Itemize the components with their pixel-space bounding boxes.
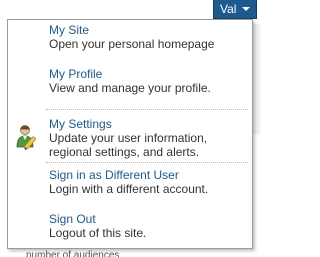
menu-item-description: View and manage your profile. — [49, 81, 211, 95]
menu-item-description-line-1: Update your user information, — [49, 131, 208, 145]
user-menu-button[interactable]: Val — [213, 0, 257, 19]
menu-item-description-line-2: regional settings, and alerts. — [49, 145, 200, 159]
menu-divider — [46, 162, 248, 163]
menu-item-title: Sign Out — [49, 212, 96, 226]
user-name: Val — [220, 2, 237, 16]
menu-item-my-site[interactable]: My Site Open your personal homepage — [8, 23, 252, 51]
background-text: number of audiences — [26, 250, 120, 257]
chevron-down-icon — [242, 7, 251, 11]
menu-item-description: Open your personal homepage — [49, 37, 215, 51]
menu-divider — [46, 109, 248, 110]
menu-item-title: My Settings — [49, 117, 112, 131]
menu-item-sign-in-different-user[interactable]: Sign in as Different User Login with a d… — [8, 168, 252, 196]
menu-item-title: Sign in as Different User — [49, 168, 179, 182]
menu-item-sign-out[interactable]: Sign Out Logout of this site. — [8, 212, 252, 240]
menu-item-my-settings[interactable]: My Settings Update your user information… — [8, 117, 252, 159]
menu-item-title: My Profile — [49, 67, 103, 81]
menu-item-title: My Site — [49, 23, 90, 37]
menu-item-my-profile[interactable]: My Profile View and manage your profile. — [8, 67, 252, 95]
menu-item-description: Login with a different account. — [49, 182, 209, 196]
user-dropdown-menu: My Site Open your personal homepage My P… — [7, 19, 253, 249]
menu-item-description: Logout of this site. — [49, 226, 147, 240]
